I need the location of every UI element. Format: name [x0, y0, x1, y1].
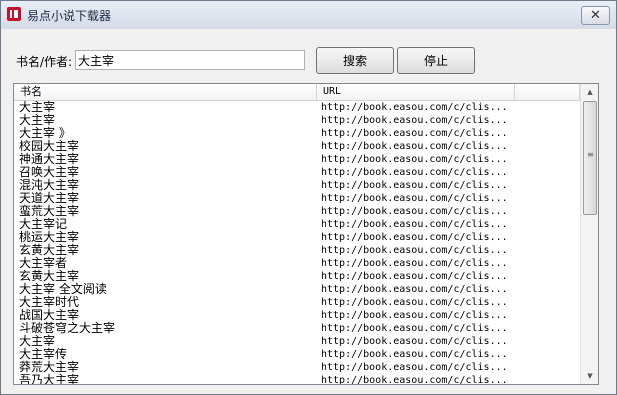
- column-header-url[interactable]: URL: [317, 84, 515, 100]
- app-logo-icon: [7, 7, 21, 21]
- list-item[interactable]: 吾乃大主宰 http://book.easou.com/c/clis...: [14, 374, 580, 385]
- list-item[interactable]: 召唤大主宰 http://book.easou.com/c/clis...: [14, 166, 580, 179]
- search-button[interactable]: 搜索: [316, 47, 394, 74]
- book-url-cell: http://book.easou.com/c/clis...: [321, 102, 508, 113]
- list-item[interactable]: 大主宰者 http://book.easou.com/c/clis...: [14, 257, 580, 270]
- book-url-cell: http://book.easou.com/c/clis...: [321, 284, 508, 295]
- book-url-cell: http://book.easou.com/c/clis...: [321, 180, 508, 191]
- book-url-cell: http://book.easou.com/c/clis...: [321, 245, 508, 256]
- list-item[interactable]: 大主宰 http://book.easou.com/c/clis...: [14, 335, 580, 348]
- list-item[interactable]: 玄黄大主宰 http://book.easou.com/c/clis...: [14, 244, 580, 257]
- book-name-cell: 吾乃大主宰: [19, 373, 80, 385]
- book-url-cell: http://book.easou.com/c/clis...: [321, 115, 508, 126]
- list-item[interactable]: 蛮荒大主宰 http://book.easou.com/c/clis...: [14, 205, 580, 218]
- book-url-cell: http://book.easou.com/c/clis...: [321, 154, 508, 165]
- list-item[interactable]: 大主宰记 http://book.easou.com/c/clis...: [14, 218, 580, 231]
- list-item[interactable]: 大主宰 http://book.easou.com/c/clis...: [14, 101, 580, 114]
- scroll-thumb[interactable]: ≡: [583, 101, 597, 215]
- book-url-cell: http://book.easou.com/c/clis...: [321, 271, 508, 282]
- book-url-cell: http://book.easou.com/c/clis...: [321, 128, 508, 139]
- book-url-cell: http://book.easou.com/c/clis...: [321, 362, 508, 373]
- list-item[interactable]: 天道大主宰 http://book.easou.com/c/clis...: [14, 192, 580, 205]
- search-label: 书名/作者:: [16, 55, 73, 69]
- app-window: 易点小说下载器 ✕ 书名/作者: 搜索 停止 书名 URL 大主宰http://…: [0, 0, 617, 395]
- book-url-cell: http://book.easou.com/c/clis...: [321, 258, 508, 269]
- book-url-cell: http://book.easou.com/c/clis...: [321, 206, 508, 217]
- list-item[interactable]: 莽荒大主宰 http://book.easou.com/c/clis...: [14, 361, 580, 374]
- list-item[interactable]: 神通大主宰 http://book.easou.com/c/clis...: [14, 153, 580, 166]
- book-url-cell: http://book.easou.com/c/clis...: [321, 193, 508, 204]
- search-input[interactable]: [75, 50, 305, 70]
- book-url-cell: http://book.easou.com/c/clis...: [321, 297, 508, 308]
- book-url-cell: http://book.easou.com/c/clis...: [321, 336, 508, 347]
- list-item[interactable]: 大主宰时代 http://book.easou.com/c/clis...: [14, 296, 580, 309]
- list-item[interactable]: 混沌大主宰 http://book.easou.com/c/clis...: [14, 179, 580, 192]
- book-url-cell: http://book.easou.com/c/clis...: [321, 232, 508, 243]
- title-bar[interactable]: 易点小说下载器 ✕: [1, 1, 616, 29]
- scroll-up-icon[interactable]: ▲: [581, 84, 598, 100]
- close-button[interactable]: ✕: [581, 6, 610, 25]
- list-item[interactable]: 桃运大主宰 http://book.easou.com/c/clis...: [14, 231, 580, 244]
- list-header: 书名 URL: [14, 84, 580, 101]
- column-header-extra[interactable]: [515, 84, 580, 100]
- book-url-cell: http://book.easou.com/c/clis...: [321, 375, 508, 385]
- book-url-cell: http://book.easou.com/c/clis...: [321, 349, 508, 360]
- book-url-cell: http://book.easou.com/c/clis...: [321, 141, 508, 152]
- book-url-cell: http://book.easou.com/c/clis...: [321, 310, 508, 321]
- window-title: 易点小说下载器: [27, 9, 112, 23]
- list-item[interactable]: 大主宰 http://book.easou.com/c/clis...: [14, 114, 580, 127]
- list-item[interactable]: 大主宰 》 http://book.easou.com/c/clis...: [14, 127, 580, 140]
- column-header-name[interactable]: 书名: [14, 84, 317, 100]
- book-url-cell: http://book.easou.com/c/clis...: [321, 167, 508, 178]
- list-item[interactable]: 大主宰传 http://book.easou.com/c/clis...: [14, 348, 580, 361]
- stop-button[interactable]: 停止: [397, 47, 475, 74]
- close-icon: ✕: [590, 8, 601, 23]
- vertical-scrollbar[interactable]: ▲ ≡ ▼: [580, 84, 598, 384]
- list-item[interactable]: 大主宰 全文阅读 http://book.easou.com/c/clis...: [14, 283, 580, 296]
- list-item[interactable]: 斗破苍穹之大主宰 http://book.easou.com/c/clis...: [14, 322, 580, 335]
- book-url-cell: http://book.easou.com/c/clis...: [321, 323, 508, 334]
- list-rows: 大主宰 http://book.easou.com/c/clis... 大主宰 htt…: [14, 101, 580, 385]
- results-list[interactable]: 书名 URL 大主宰 http://book.easou.com/c/clis..…: [13, 83, 599, 385]
- list-item[interactable]: 校园大主宰 http://book.easou.com/c/clis...: [14, 140, 580, 153]
- scroll-down-icon[interactable]: ▼: [581, 368, 598, 384]
- grip-icon: ≡: [587, 150, 594, 159]
- book-url-cell: http://book.easou.com/c/clis...: [321, 219, 508, 230]
